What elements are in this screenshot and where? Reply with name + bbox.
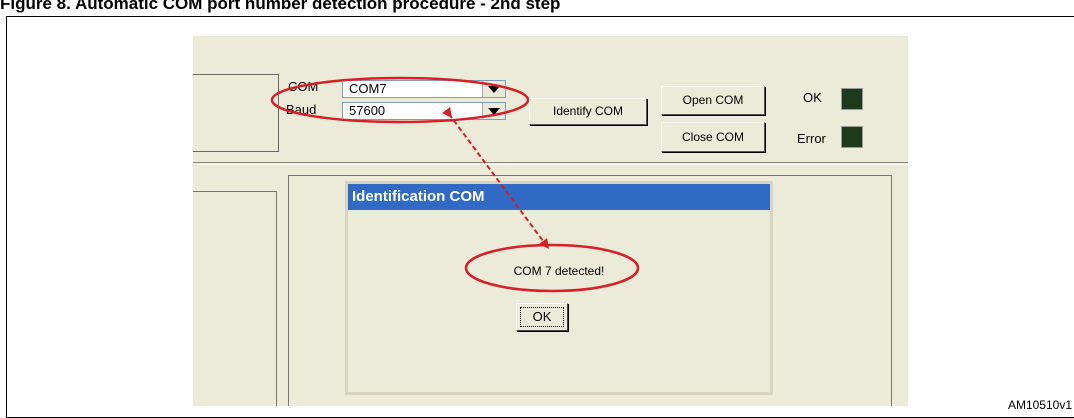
message-highlight-ellipse — [464, 243, 640, 293]
com-highlight-ellipse — [270, 76, 530, 124]
link-arrow — [442, 107, 549, 250]
annotation-overlay — [270, 76, 640, 293]
